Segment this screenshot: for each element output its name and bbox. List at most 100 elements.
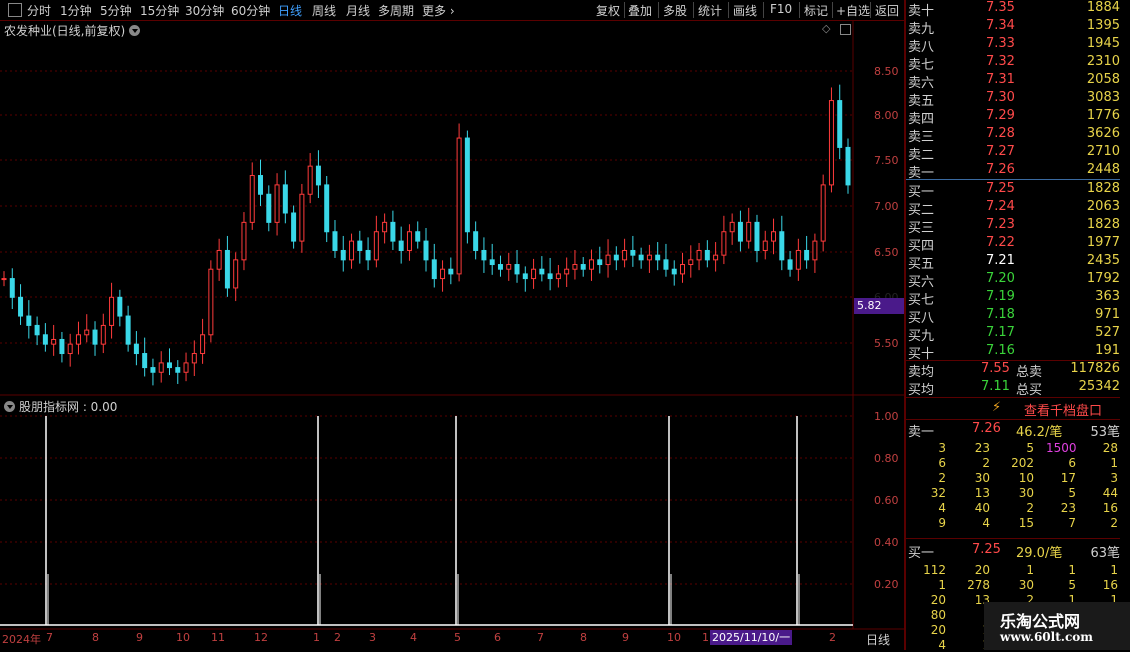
queue-cell: 30	[1018, 578, 1034, 592]
sell-level-row[interactable]: 卖七 7.32 2310	[906, 54, 1120, 73]
stats-button[interactable]: 统计	[698, 2, 722, 19]
period-more[interactable]: 更多 ›	[422, 2, 455, 19]
queue-cell: 1	[1110, 456, 1118, 470]
buy-level-row[interactable]: 买二 7.24 2063	[906, 199, 1120, 218]
level-label: 卖六	[908, 76, 935, 91]
period-fenshi[interactable]: 分时	[27, 2, 51, 19]
lightning-icon: ⚡	[992, 400, 1002, 415]
multi-stock-button[interactable]: 多股	[663, 2, 687, 19]
add-watchlist-button[interactable]: +自选	[836, 2, 870, 19]
buy-level-row[interactable]: 买十 7.16 191	[906, 343, 1120, 362]
overlay-button[interactable]: 叠加	[628, 2, 652, 19]
level-label: 买七	[908, 293, 935, 308]
period-5min[interactable]: 5分钟	[100, 2, 132, 19]
level-label: 卖四	[908, 112, 935, 127]
depth-link[interactable]: 查看千档盘口	[1024, 400, 1102, 419]
back-button[interactable]: 返回	[875, 2, 899, 19]
candle-body	[224, 249, 230, 289]
level-volume: 527	[1095, 325, 1120, 340]
candle-body	[415, 231, 421, 242]
buy-level-row[interactable]: 买五 7.21 2435	[906, 253, 1120, 272]
candle-body	[100, 324, 106, 345]
fuquan-button[interactable]: 复权	[596, 2, 620, 19]
candle-body	[630, 249, 636, 256]
period-15min[interactable]: 15分钟	[140, 2, 179, 19]
candle-body	[588, 259, 594, 270]
sell-level-row[interactable]: 卖三 7.28 3626	[906, 126, 1120, 145]
candle-body	[597, 259, 603, 266]
buy-level-row[interactable]: 买三 7.23 1828	[906, 217, 1120, 236]
sell1-summary: 卖一 7.26 46.2/笔 53笔	[906, 421, 1120, 440]
sell-level-row[interactable]: 卖一 7.26 2448	[906, 162, 1120, 181]
queue-cell: 3	[938, 441, 946, 455]
candle-body	[497, 264, 503, 270]
level-price: 7.32	[986, 54, 1015, 69]
sell1-count: 53笔	[1090, 425, 1120, 440]
draw-line-button[interactable]: 画线	[733, 2, 757, 19]
queue-cell: 28	[1102, 441, 1118, 455]
candle-body	[133, 343, 139, 355]
buy-level-row[interactable]: 买七 7.19 363	[906, 289, 1120, 308]
avg-sell-label: 卖均	[908, 365, 935, 380]
x-tick: 6	[494, 631, 501, 644]
period-60min[interactable]: 60分钟	[231, 2, 270, 19]
chevron-down-icon[interactable]	[129, 25, 141, 36]
queue-cell: 13	[974, 486, 990, 500]
level-price: 7.35	[986, 0, 1015, 15]
period-daily[interactable]: 日线	[278, 2, 302, 19]
candle-body	[431, 259, 437, 280]
candle-body	[506, 264, 512, 270]
buy-level-row[interactable]: 买六 7.20 1792	[906, 271, 1120, 290]
buy-level-row[interactable]: 买九 7.17 527	[906, 325, 1120, 344]
period-1min[interactable]: 1分钟	[60, 2, 92, 19]
y-tick: 7.00	[874, 200, 899, 213]
total-buy-label: 总买	[1016, 383, 1043, 398]
period-monthly[interactable]: 月线	[346, 2, 370, 19]
f10-button[interactable]: F10	[770, 2, 792, 16]
buy-level-row[interactable]: 买四 7.22 1977	[906, 235, 1120, 254]
buy-level-row[interactable]: 买八 7.18 971	[906, 307, 1120, 326]
level-price: 7.18	[986, 307, 1015, 322]
period-multi[interactable]: 多周期	[378, 2, 414, 19]
kline-chart[interactable]	[0, 21, 904, 650]
buy-level-row[interactable]: 买一 7.25 1828	[906, 181, 1120, 200]
x-tick: 9	[622, 631, 629, 644]
sell-level-row[interactable]: 卖九 7.34 1395	[906, 18, 1120, 37]
candle-body	[671, 268, 677, 275]
sell-level-row[interactable]: 卖二 7.27 2710	[906, 144, 1120, 163]
maximize-icon[interactable]	[840, 24, 851, 35]
diamond-icon[interactable]: ◇	[822, 22, 830, 35]
x-tick: 1	[313, 631, 320, 644]
level-label: 卖三	[908, 130, 935, 145]
sell-level-row[interactable]: 卖五 7.30 3083	[906, 90, 1120, 109]
period-weekly[interactable]: 周线	[312, 2, 336, 19]
chevron-down-icon[interactable]	[4, 401, 15, 412]
candle-body	[762, 240, 768, 251]
mark-button[interactable]: 标记	[804, 2, 828, 19]
level-price: 7.20	[986, 271, 1015, 286]
queue-cell: 2	[1026, 501, 1034, 515]
candle-body	[183, 362, 189, 373]
sell-level-row[interactable]: 卖四 7.29 1776	[906, 108, 1120, 127]
candle-body	[233, 259, 239, 289]
chart-title-text: 农发种业(日线,前复权)	[4, 24, 126, 38]
level-volume: 2310	[1086, 54, 1120, 69]
queue-cell: 15	[1018, 516, 1034, 530]
level-volume: 2710	[1086, 144, 1120, 159]
sell-level-row[interactable]: 卖六 7.31 2058	[906, 72, 1120, 91]
sell-level-row[interactable]: 卖十 7.35 1884	[906, 0, 1120, 19]
period-30min[interactable]: 30分钟	[185, 2, 224, 19]
period-label: 日线	[866, 633, 891, 647]
buy1-summary: 买一 7.25 29.0/笔 63笔	[906, 542, 1120, 561]
sell-level-row[interactable]: 卖八 7.33 1945	[906, 36, 1120, 55]
level-label: 买二	[908, 203, 935, 218]
window-menu-icon[interactable]	[8, 3, 22, 17]
divider	[763, 2, 764, 18]
level-label: 卖二	[908, 148, 935, 163]
candle-body	[464, 137, 470, 233]
candle-body	[406, 231, 412, 251]
level-price: 7.33	[986, 36, 1015, 51]
level-volume: 191	[1095, 343, 1120, 358]
y-tick: 0.60	[874, 494, 899, 507]
candle-body	[547, 273, 553, 280]
